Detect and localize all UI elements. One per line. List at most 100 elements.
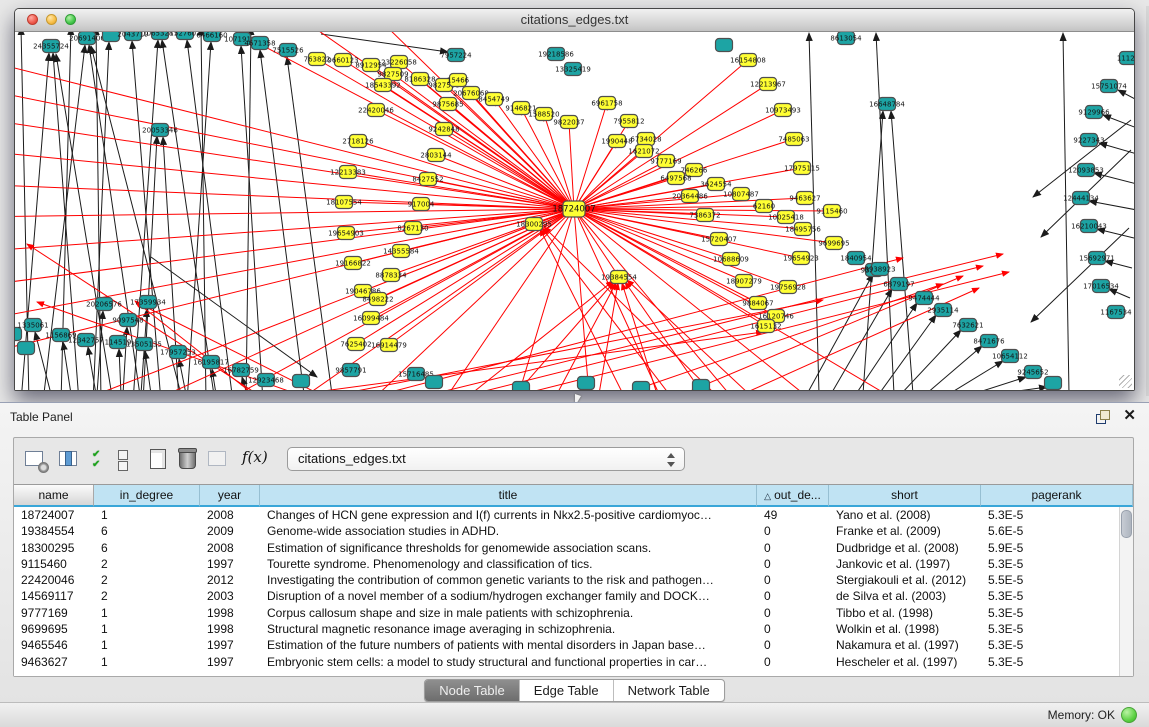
window-resize-grip[interactable] <box>1119 375 1132 388</box>
create-column-button[interactable] <box>147 448 169 470</box>
table-row[interactable]: 2242004622012Investigating the contribut… <box>14 572 1133 588</box>
table-row[interactable]: 969969511998Structural magnetic resonanc… <box>14 621 1133 637</box>
table-row[interactable]: 1830029562008Estimation of significance … <box>14 540 1133 556</box>
table-row[interactable]: 1938455462009Genome-wide association stu… <box>14 523 1133 539</box>
close-traffic-light-icon[interactable] <box>27 14 38 25</box>
citation-edge[interactable] <box>241 46 263 390</box>
citation-edge[interactable] <box>1063 33 1069 390</box>
citation-edge[interactable] <box>516 282 614 390</box>
citation-edge[interactable] <box>383 85 574 209</box>
citation-edge[interactable] <box>1118 90 1134 100</box>
column-header-title[interactable]: title <box>260 485 757 507</box>
column-header-pagerank[interactable]: pagerank <box>981 485 1133 507</box>
float-panel-icon[interactable] <box>1096 410 1109 423</box>
column-header-year[interactable]: year <box>200 485 260 507</box>
graph-node[interactable] <box>633 382 650 391</box>
cell-name: 9699695 <box>14 621 94 637</box>
tab-node-table[interactable]: Node Table <box>425 680 519 701</box>
citation-edge[interactable] <box>891 111 913 390</box>
citation-edge[interactable] <box>1094 173 1134 184</box>
column-header-short[interactable]: short <box>829 485 981 507</box>
citation-edge[interactable] <box>15 57 574 209</box>
citation-edge[interactable] <box>471 281 613 390</box>
citation-edge[interactable] <box>856 303 917 390</box>
graph-node[interactable] <box>18 342 35 355</box>
citation-edge[interactable] <box>926 346 982 390</box>
sort-ascending-icon: △ <box>764 491 771 501</box>
close-panel-icon[interactable]: ✕ <box>1123 406 1136 424</box>
citation-edge[interactable] <box>145 351 151 390</box>
citation-edge[interactable] <box>260 50 305 390</box>
cell-out_degree: 0 <box>757 621 829 637</box>
network-graph-canvas[interactable]: 2435572420691406204371910653287152760264… <box>15 32 1134 390</box>
graph-node-label: 18300295 <box>516 220 552 228</box>
delete-column-button[interactable] <box>177 448 199 470</box>
cell-in_degree: 1 <box>94 654 200 670</box>
window-titlebar[interactable]: citations_edges.txt <box>15 9 1134 32</box>
citation-edge[interactable] <box>623 284 943 390</box>
table-row[interactable]: 946554611997Estimation of the future num… <box>14 637 1133 653</box>
graph-node[interactable] <box>716 39 733 52</box>
minimize-traffic-light-icon[interactable] <box>46 14 57 25</box>
graph-node-label: 19654903 <box>328 229 364 237</box>
citation-edge[interactable] <box>876 33 894 390</box>
citation-edge[interactable] <box>15 150 574 209</box>
graph-node[interactable] <box>513 382 530 391</box>
column-header-name[interactable]: name <box>14 485 94 507</box>
citation-edge[interactable] <box>187 40 233 390</box>
citation-edge[interactable] <box>574 209 591 390</box>
column-header-out-degree[interactable]: △out_de... <box>757 485 829 507</box>
citation-edge[interactable] <box>138 303 319 390</box>
citation-edge[interactable] <box>863 111 883 390</box>
function-builder-button[interactable]: f(x) <box>242 446 264 468</box>
show-column-button[interactable] <box>58 448 80 470</box>
citation-edge[interactable] <box>179 359 186 390</box>
select-columns-button[interactable]: ✔ ✔ <box>92 450 114 472</box>
table-mode-button[interactable] <box>24 448 46 470</box>
citation-edge[interactable] <box>433 254 1003 390</box>
citation-edge[interactable] <box>1033 120 1131 197</box>
citation-edge[interactable] <box>574 209 619 277</box>
citation-edge[interactable] <box>287 57 333 390</box>
citation-edge[interactable] <box>574 151 644 209</box>
cell-short: Yano et al. (2008) <box>829 507 981 523</box>
citation-edge[interactable] <box>21 32 29 390</box>
graph-node[interactable] <box>1045 377 1062 390</box>
table-selector-dropdown[interactable]: citations_edges.txt <box>287 447 685 471</box>
table-disabled-icon <box>208 451 226 466</box>
zoom-traffic-light-icon[interactable] <box>65 14 76 25</box>
row-height-button[interactable] <box>118 449 140 471</box>
graph-node-label: 20053346 <box>142 126 178 134</box>
table-row[interactable]: 946362711997Embryonic stem cells: a mode… <box>14 654 1133 670</box>
graph-node[interactable] <box>15 328 22 341</box>
graph-node[interactable] <box>293 375 310 388</box>
table-row[interactable]: 1456911722003Disruption of a novel membe… <box>14 588 1133 604</box>
citation-edge[interactable] <box>574 209 671 390</box>
citation-edge[interactable] <box>119 349 121 390</box>
scrollbar-thumb[interactable] <box>1121 510 1132 538</box>
citation-edge[interactable] <box>321 34 448 52</box>
cell-title: Disruption of a novel member of a sodium… <box>260 588 757 604</box>
graph-node[interactable] <box>693 380 710 391</box>
citation-edge[interactable] <box>436 155 574 209</box>
citation-edge[interactable] <box>511 209 574 390</box>
citation-edge[interactable] <box>444 129 574 209</box>
graph-node[interactable] <box>426 376 443 389</box>
citation-edge[interactable] <box>542 228 669 390</box>
tab-network-table[interactable]: Network Table <box>613 680 724 701</box>
citation-edge[interactable] <box>973 377 1026 390</box>
citation-edge[interactable] <box>996 387 1047 390</box>
graph-node[interactable] <box>578 377 595 390</box>
table-vertical-scrollbar[interactable] <box>1119 507 1133 676</box>
cell-title: Estimation of the future numbers of pati… <box>260 637 757 653</box>
cell-in_degree: 6 <box>94 540 200 556</box>
tab-edge-table[interactable]: Edge Table <box>519 680 613 701</box>
column-header-in-degree[interactable]: in_degree <box>94 485 200 507</box>
table-row[interactable]: 1872400712008Changes of HCN gene express… <box>14 507 1133 523</box>
citation-edge[interactable] <box>949 361 1003 390</box>
table-row[interactable]: 911546021997Tourette syndrome. Phenomeno… <box>14 556 1133 572</box>
citation-edge[interactable] <box>151 32 574 209</box>
citation-edge[interactable] <box>622 283 657 390</box>
table-row[interactable]: 977716911998Corpus callosum shape and si… <box>14 605 1133 621</box>
citation-edge[interactable] <box>63 342 71 390</box>
